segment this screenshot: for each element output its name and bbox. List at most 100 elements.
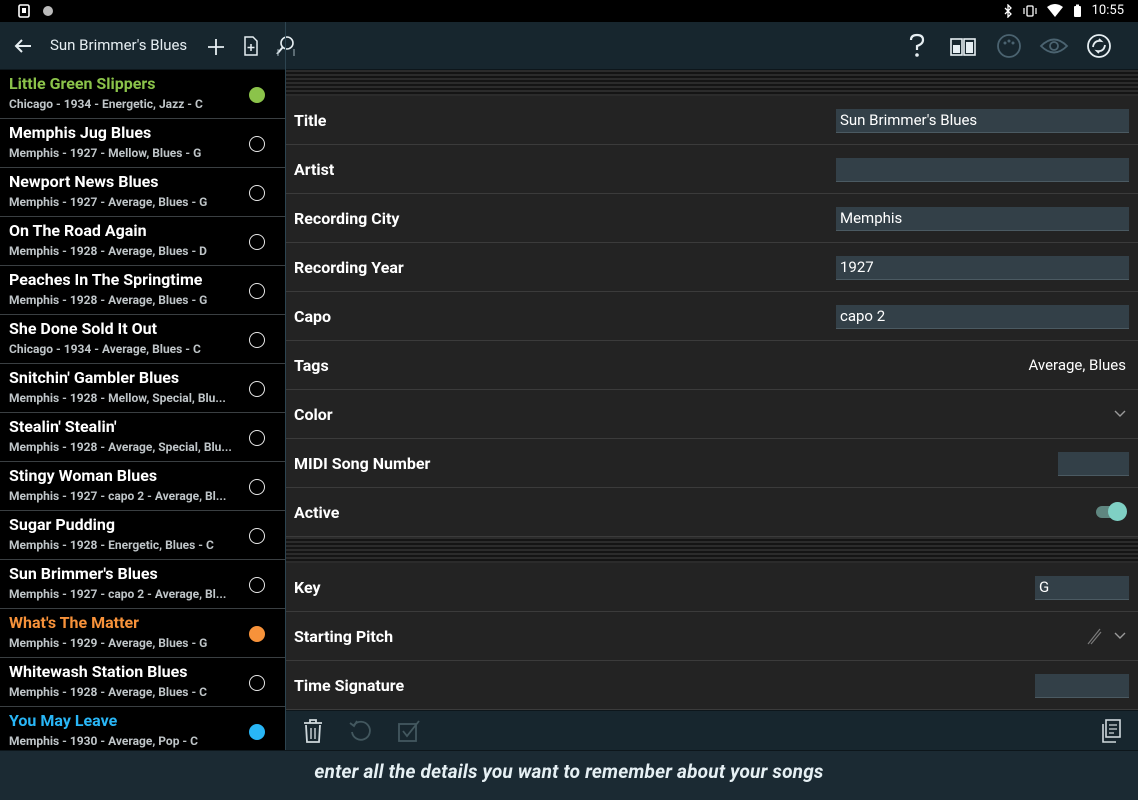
delete-button[interactable]: [300, 717, 326, 745]
row-color[interactable]: Color: [286, 390, 1138, 439]
song-list-item-subtitle: Memphis - 1928 - Average, Blues - G: [9, 293, 208, 307]
song-list-item-subtitle: Memphis - 1928 - Average, Special, Blu..…: [9, 440, 232, 454]
trash-icon: [304, 719, 322, 743]
bottom-action-bar: [286, 710, 1138, 750]
sync-icon: [1087, 34, 1111, 58]
song-color-indicator[interactable]: [249, 675, 265, 691]
view-button[interactable]: [1038, 34, 1070, 58]
select-button[interactable]: [396, 718, 422, 744]
row-starting-pitch[interactable]: Starting Pitch: [286, 612, 1138, 661]
song-color-indicator[interactable]: [249, 185, 265, 201]
midi-song-number-field[interactable]: [1058, 452, 1129, 476]
search-button[interactable]: [274, 34, 298, 58]
song-list-item[interactable]: What's The Matter Memphis - 1929 - Averag…: [0, 609, 285, 658]
key-field[interactable]: G: [1035, 576, 1129, 600]
midi-song-number-label: MIDI Song Number: [294, 454, 431, 473]
row-recording-city: Recording City Memphis: [286, 194, 1138, 243]
chevron-down-icon[interactable]: [1114, 410, 1126, 418]
capo-field[interactable]: capo 2: [836, 305, 1129, 329]
new-document-button[interactable]: [239, 34, 263, 58]
title-field[interactable]: Sun Brimmer's Blues: [836, 109, 1129, 133]
eye-icon: [1039, 38, 1069, 54]
song-list-item[interactable]: Stingy Woman Blues Memphis - 1927 - capo …: [0, 462, 285, 511]
song-color-indicator[interactable]: [249, 87, 265, 103]
artist-field[interactable]: [836, 158, 1129, 182]
recording-year-field[interactable]: 1927: [836, 256, 1129, 280]
song-color-indicator[interactable]: [249, 479, 265, 495]
song-color-indicator[interactable]: [249, 332, 265, 348]
undo-icon: [349, 720, 371, 741]
metronome-button[interactable]: [994, 32, 1024, 60]
song-color-indicator[interactable]: [249, 626, 265, 642]
song-list-item-title: What's The Matter: [9, 613, 139, 632]
row-tags[interactable]: Tags Average, Blues: [286, 341, 1138, 390]
battery-icon: [1073, 4, 1081, 17]
song-list-item-subtitle: Memphis - 1927 - Average, Blues - G: [9, 195, 208, 209]
song-list-item-title: Sugar Pudding: [9, 515, 115, 534]
song-list-item[interactable]: Sugar Pudding Memphis - 1928 - Energetic,…: [0, 511, 285, 560]
song-list-item[interactable]: Sun Brimmer's Blues Memphis - 1927 - capo…: [0, 560, 285, 609]
song-list-item[interactable]: Snitchin' Gambler Blues Memphis - 1928 - …: [0, 364, 285, 413]
tuning-fork-icon[interactable]: [1086, 627, 1102, 645]
add-icon: [208, 39, 224, 55]
bluetooth-icon: [1004, 3, 1012, 18]
starting-pitch-label: Starting Pitch: [294, 627, 394, 646]
section-separator: [286, 70, 1138, 96]
song-list-item-subtitle: Chicago - 1934 - Average, Blues - C: [9, 342, 201, 356]
song-list-item-title: Sun Brimmer's Blues: [9, 564, 158, 583]
song-list-item[interactable]: Peaches In The Springtime Memphis - 1928 …: [0, 266, 285, 315]
back-icon: [14, 39, 31, 53]
search-icon: [276, 36, 295, 56]
song-list-item-subtitle: Memphis - 1927 - capo 2 - Average, Bl...: [9, 489, 227, 503]
song-title: Sun Brimmer's Blues: [50, 36, 188, 54]
time-signature-field[interactable]: [1035, 674, 1129, 698]
song-list-item[interactable]: You May Leave Memphis - 1930 - Average, P…: [0, 707, 285, 756]
add-song-button[interactable]: [204, 35, 228, 59]
song-list-item[interactable]: She Done Sold It Out Chicago - 1934 - Ave…: [0, 315, 285, 364]
song-color-indicator[interactable]: [249, 724, 265, 740]
recording-year-label: Recording Year: [294, 258, 404, 277]
song-list-item[interactable]: Memphis Jug Blues Memphis - 1927 - Mellow…: [0, 119, 285, 168]
checkbox-icon: [398, 720, 420, 742]
song-color-indicator[interactable]: [249, 528, 265, 544]
song-list-item[interactable]: Newport News Blues Memphis - 1927 - Avera…: [0, 168, 285, 217]
song-list-item-title: Little Green Slippers: [9, 74, 156, 93]
song-list-item-title: Snitchin' Gambler Blues: [9, 368, 180, 387]
song-list-item-subtitle: Chicago - 1934 - Energetic, Jazz - C: [9, 97, 203, 111]
active-label: Active: [294, 503, 340, 522]
active-toggle-knob[interactable]: [1108, 502, 1127, 521]
layout-button[interactable]: [948, 34, 978, 60]
sync-button[interactable]: [1084, 32, 1114, 60]
song-list-item-subtitle: Memphis - 1929 - Average, Blues - G: [9, 636, 208, 650]
color-label: Color: [294, 405, 333, 424]
chevron-down-icon[interactable]: [1114, 632, 1126, 640]
song-list-item[interactable]: Whitewash Station Blues Memphis - 1928 - …: [0, 658, 285, 707]
song-color-indicator[interactable]: [249, 234, 265, 250]
row-artist: Artist: [286, 145, 1138, 194]
song-list-item-subtitle: Memphis - 1930 - Average, Pop - C: [9, 734, 198, 748]
recording-city-field[interactable]: Memphis: [836, 207, 1129, 231]
help-button[interactable]: [904, 33, 930, 59]
back-button[interactable]: [10, 34, 36, 58]
song-color-indicator[interactable]: [249, 381, 265, 397]
song-list-item-subtitle: Memphis - 1928 - Average, Blues - D: [9, 244, 207, 258]
song-list-item[interactable]: On The Road Again Memphis - 1928 - Averag…: [0, 217, 285, 266]
song-color-indicator[interactable]: [249, 136, 265, 152]
row-midi-song-number: MIDI Song Number: [286, 439, 1138, 488]
copy-button[interactable]: [1098, 717, 1124, 745]
undo-button[interactable]: [348, 718, 374, 744]
tags-value[interactable]: Average, Blues: [1029, 356, 1127, 374]
song-color-indicator[interactable]: [249, 430, 265, 446]
song-list-item[interactable]: Stealin' Stealin' Memphis - 1928 - Averag…: [0, 413, 285, 462]
clock: 10:55: [1091, 3, 1124, 18]
song-color-indicator[interactable]: [249, 577, 265, 593]
recording-city-label: Recording City: [294, 209, 400, 228]
song-color-indicator[interactable]: [249, 283, 265, 299]
song-list-item-title: Newport News Blues: [9, 172, 159, 191]
song-list-item[interactable]: Little Green Slippers Chicago - 1934 - En…: [0, 70, 285, 119]
row-active: Active: [286, 488, 1138, 537]
song-list-item-subtitle: Memphis - 1928 - Mellow, Special, Blu...: [9, 391, 226, 405]
song-list-item-title: Stealin' Stealin': [9, 417, 117, 436]
row-time-signature: Time Signature: [286, 661, 1138, 710]
song-list-item-title: Whitewash Station Blues: [9, 662, 188, 681]
